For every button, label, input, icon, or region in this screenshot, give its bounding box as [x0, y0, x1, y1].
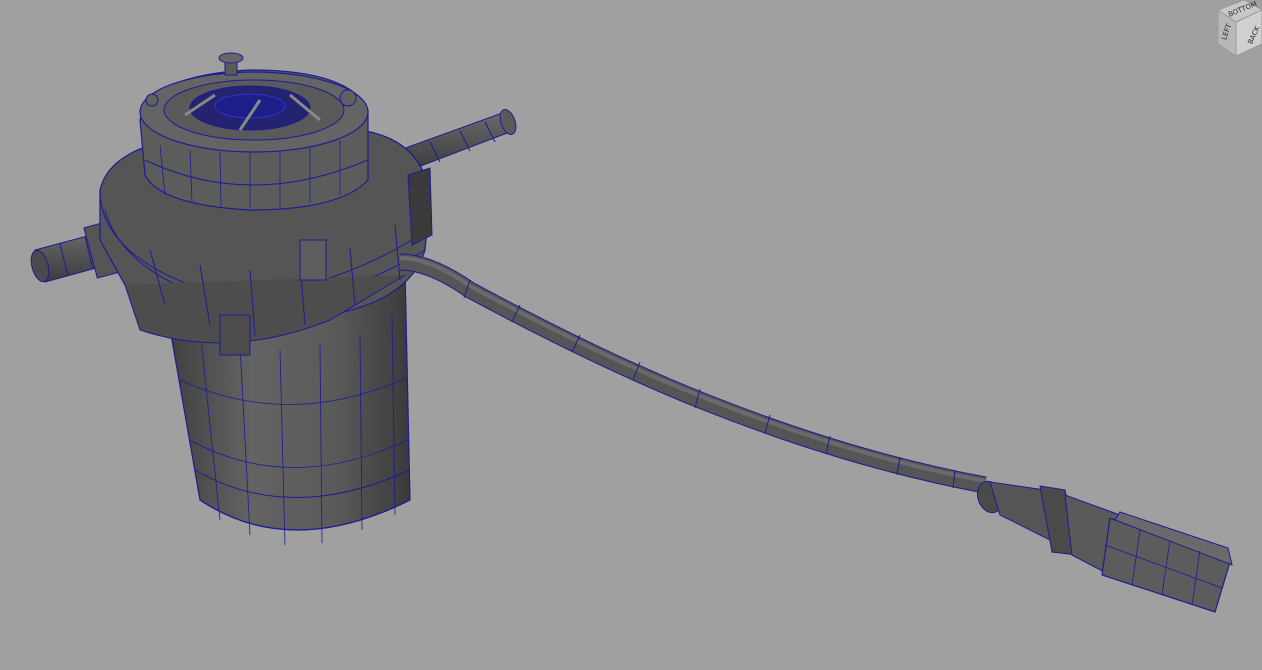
3d-viewport[interactable]: [0, 0, 1262, 666]
model-render: [30, 52, 1233, 613]
pump-cap: [139, 52, 369, 211]
cable-connector: [976, 480, 1233, 613]
electrical-cable: [399, 253, 987, 494]
viewcube[interactable]: BOTTOM BACK LEFT: [1206, 0, 1262, 58]
outlet-pipe-right: [399, 109, 517, 171]
